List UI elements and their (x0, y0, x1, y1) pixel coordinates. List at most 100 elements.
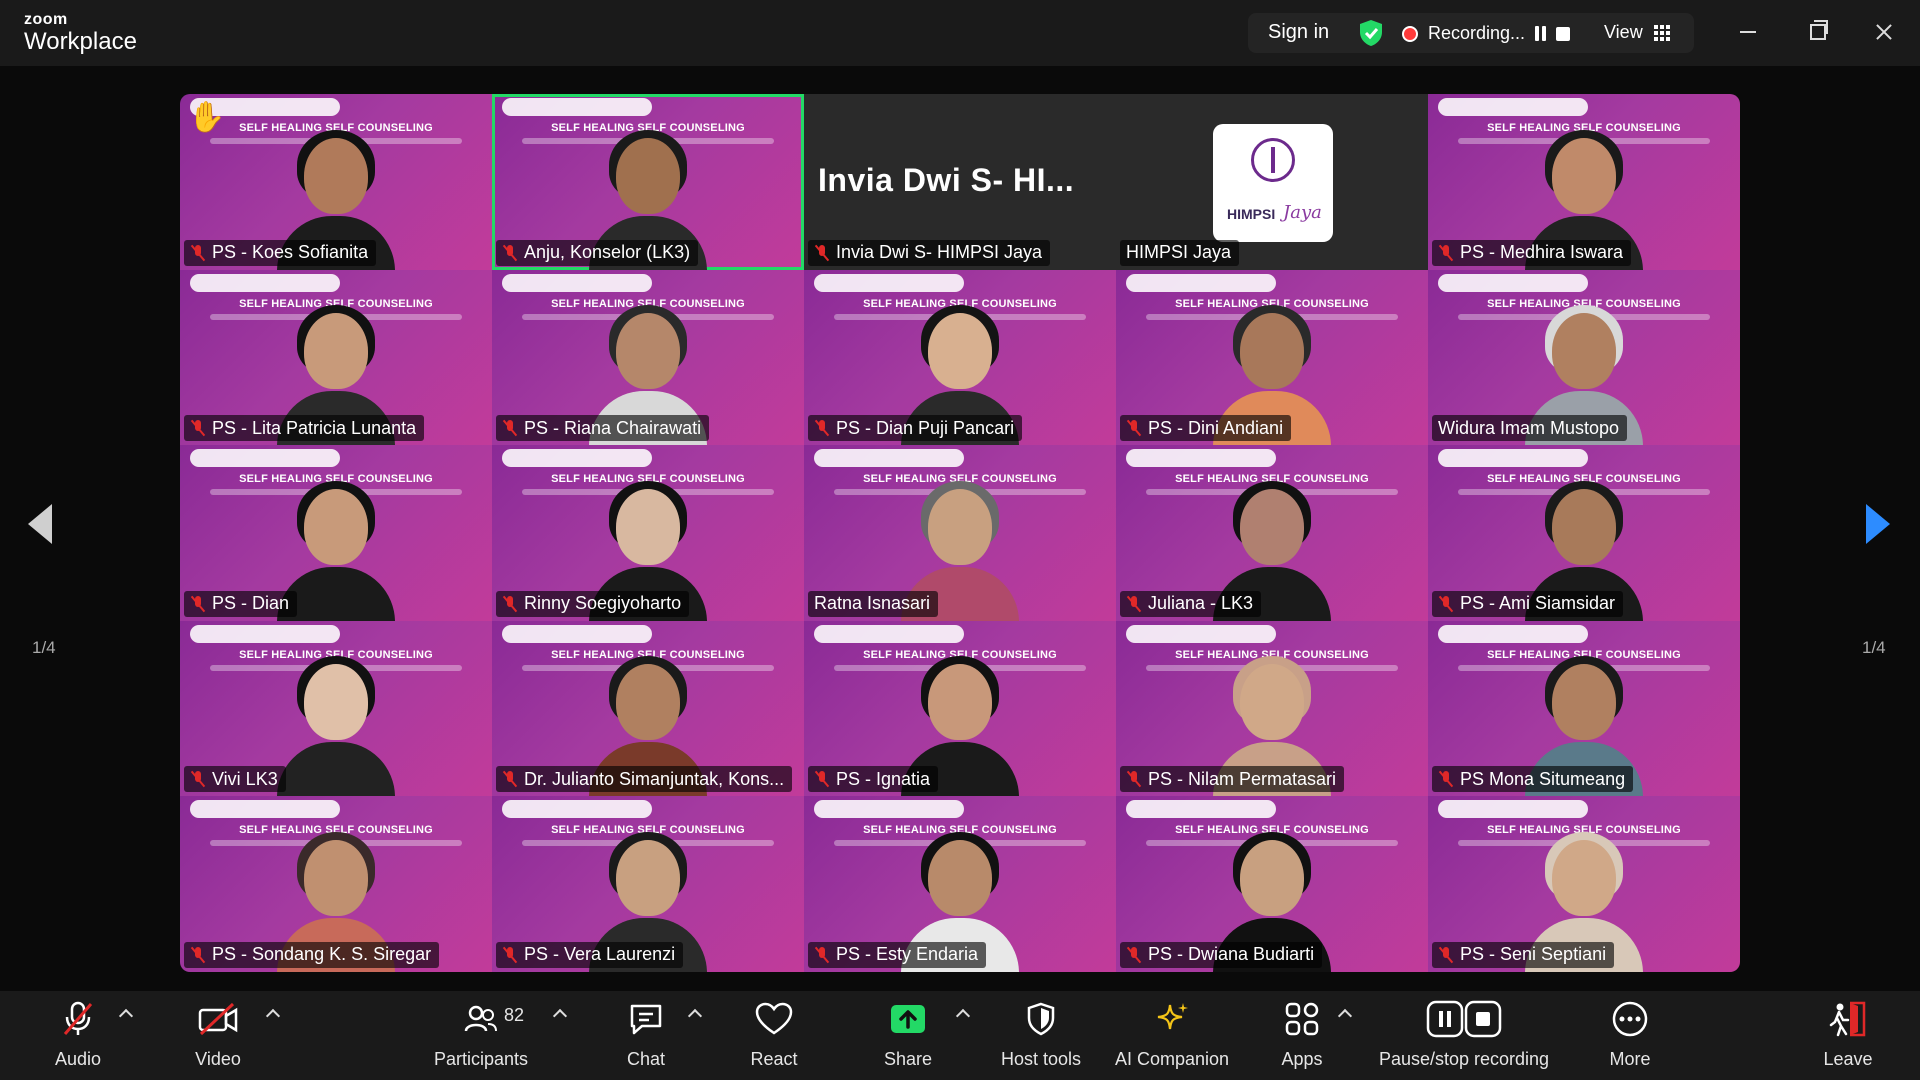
participant-name: Ratna Isnasari (814, 593, 931, 614)
participant-tile[interactable]: SELF HEALING SELF COUNSELING PS - Dian (180, 445, 492, 621)
react-label: React (750, 1049, 798, 1069)
participant-name: PS - Ignatia (836, 768, 931, 789)
participant-tile[interactable]: HIMPSI Jaya HIMPSI Jaya (1116, 94, 1428, 270)
muted-mic-icon (190, 244, 206, 262)
apps-button[interactable]: Apps (1278, 999, 1326, 1075)
pause-stop-recording-button[interactable]: Pause/stop recording (1374, 999, 1554, 1075)
participant-tile[interactable]: SELF HEALING SELF COUNSELING PS - Seni Se… (1428, 796, 1740, 972)
video-off-icon (196, 999, 240, 1039)
participant-tile[interactable]: SELF HEALING SELF COUNSELING PS - Esty En… (804, 796, 1116, 972)
participant-name-tag: PS - Sondang K. S. Siregar (184, 941, 440, 968)
participant-name: PS - Vera Laurenzi (524, 944, 676, 965)
participant-tile[interactable]: SELF HEALING SELF COUNSELING PS - Ignatia (804, 620, 1116, 797)
participant-tile[interactable]: SELF HEALING SELF COUNSELING PS - Dini An… (1116, 269, 1428, 446)
participant-name: Widura Imam Mustopo (1438, 417, 1620, 438)
raised-hand-icon: ✋ (188, 101, 226, 134)
sponsor-logos-banner (1126, 273, 1276, 292)
participant-tile[interactable]: SELF HEALING SELF COUNSELING PS - Vera La… (492, 796, 804, 972)
participant-name: Juliana - LK3 (1148, 593, 1254, 614)
participant-tile[interactable]: SELF HEALING SELF COUNSELING PS - Riana C… (492, 269, 804, 446)
participant-tile[interactable]: SELF HEALING SELF COUNSELING PS - Sondang… (180, 796, 492, 972)
sponsor-logos-banner (502, 624, 652, 643)
participant-name-tag: Invia Dwi S- HIMPSI Jaya (808, 239, 1051, 266)
participants-options-caret-icon[interactable] (552, 1008, 568, 1024)
video-button[interactable]: Video (184, 999, 252, 1075)
participant-tile[interactable]: SELF HEALING SELF COUNSELING Vivi LK3 (180, 620, 492, 797)
participant-name: PS Mona Situmeang (1460, 768, 1626, 789)
chat-label: Chat (626, 1049, 666, 1069)
participant-tile[interactable]: SELF HEALING SELF COUNSELING PS - Medhira… (1428, 94, 1740, 270)
video-off-name-display: Invia Dwi S- HI... (818, 162, 1075, 198)
more-label: More (1609, 1049, 1651, 1069)
muted-mic-icon (814, 770, 830, 788)
more-button[interactable]: More (1604, 999, 1656, 1075)
participant-tile[interactable]: SELF HEALING SELF COUNSELING Ratna Isnasa… (804, 445, 1116, 621)
participant-tile[interactable]: SELF HEALING SELF COUNSELING PS - Ami Sia… (1428, 445, 1740, 621)
pause-recording-icon[interactable] (1534, 26, 1548, 41)
participant-name: PS - Lita Patricia Lunanta (212, 417, 417, 438)
heart-react-icon (752, 999, 796, 1039)
participants-label: Participants (433, 1049, 529, 1069)
video-options-caret-icon[interactable] (265, 1008, 281, 1024)
sponsor-logos-banner (1126, 624, 1276, 643)
audio-label: Audio (54, 1049, 102, 1069)
participant-tile[interactable]: SELF HEALING SELF COUNSELING Juliana - LK… (1116, 445, 1428, 621)
restore-window-button[interactable] (1796, 14, 1836, 50)
participant-tile[interactable]: SELF HEALING SELF COUNSELING PS - Dwiana … (1116, 796, 1428, 972)
view-menu-button[interactable]: View (1604, 22, 1643, 43)
sign-in-link[interactable]: Sign in (1268, 21, 1329, 44)
page-indicator-left: 1/4 (32, 638, 56, 657)
share-button[interactable]: Share (880, 999, 936, 1075)
sponsor-logos-banner (1438, 98, 1588, 116)
host-tools-label: Host tools (1000, 1049, 1082, 1069)
leave-door-icon (1826, 999, 1870, 1039)
sponsor-logos-banner (502, 98, 652, 116)
minimize-window-button[interactable] (1728, 14, 1768, 50)
muted-mic-icon (1126, 770, 1142, 788)
audio-options-caret-icon[interactable] (118, 1008, 134, 1024)
close-window-button[interactable] (1864, 14, 1904, 50)
participant-tile[interactable]: SELF HEALING SELF COUNSELING PS Mona Situ… (1428, 620, 1740, 797)
audio-button[interactable]: Audio (44, 999, 112, 1075)
participant-tile[interactable]: SELF HEALING SELF COUNSELING Widura Imam … (1428, 269, 1740, 446)
sponsor-logos-banner (1438, 449, 1588, 468)
muted-mic-icon (814, 244, 830, 262)
participant-name-tag: Anju, Konselor (LK3) (496, 239, 699, 266)
apps-options-caret-icon[interactable] (1337, 1008, 1353, 1024)
grid-view-icon[interactable] (1654, 25, 1670, 41)
muted-mic-icon (814, 419, 830, 437)
muted-mic-icon (1126, 419, 1142, 437)
chat-button[interactable]: Chat (620, 999, 672, 1075)
participants-icon (459, 999, 503, 1039)
participant-tile[interactable]: Invia Dwi S- HI... Invia Dwi S- HIMPSI Ja… (804, 94, 1116, 270)
stop-recording-icon[interactable] (1556, 27, 1570, 41)
sponsor-logos-banner (1438, 273, 1588, 292)
participant-tile[interactable]: SELF HEALING SELF COUNSELING ✋ PS - Koes S… (180, 94, 492, 270)
participant-tile[interactable]: SELF HEALING SELF COUNSELING Rinny Soegiy… (492, 445, 804, 621)
participant-tile[interactable]: SELF HEALING SELF COUNSELING PS - Dian Pu… (804, 269, 1116, 446)
participant-name-tag: PS Mona Situmeang (1432, 766, 1634, 793)
participant-name: PS - Riana Chairawati (524, 417, 702, 438)
muted-mic-icon (190, 419, 206, 437)
leave-button[interactable]: Leave (1820, 999, 1876, 1075)
next-page-arrow-icon[interactable] (1860, 498, 1900, 548)
participant-name: PS - Medhira Iswara (1460, 242, 1624, 263)
muted-mic-icon (1438, 595, 1454, 613)
chat-bubble-icon (624, 999, 668, 1039)
encryption-shield-icon[interactable] (1358, 19, 1384, 47)
previous-page-arrow-icon[interactable] (22, 498, 62, 548)
participant-name-tag: PS - Lita Patricia Lunanta (184, 415, 425, 442)
ai-companion-button[interactable]: AI Companion (1112, 999, 1232, 1075)
share-options-caret-icon[interactable] (955, 1008, 971, 1024)
participant-tile[interactable]: SELF HEALING SELF COUNSELING Anju, Konsel… (492, 94, 804, 270)
participant-tile[interactable]: SELF HEALING SELF COUNSELING Dr. Julianto… (492, 620, 804, 797)
chat-options-caret-icon[interactable] (687, 1008, 703, 1024)
participant-name: PS - Koes Sofianita (212, 242, 369, 263)
participant-tile[interactable]: SELF HEALING SELF COUNSELING PS - Lita Pa… (180, 269, 492, 446)
apps-label: Apps (1281, 1049, 1323, 1069)
react-button[interactable]: React (746, 999, 802, 1075)
muted-mic-icon (190, 946, 206, 964)
participant-tile[interactable]: SELF HEALING SELF COUNSELING PS - Nilam P… (1116, 620, 1428, 797)
participant-name: Dr. Julianto Simanjuntak, Kons... (524, 768, 785, 789)
host-tools-button[interactable]: Host tools (996, 999, 1086, 1075)
